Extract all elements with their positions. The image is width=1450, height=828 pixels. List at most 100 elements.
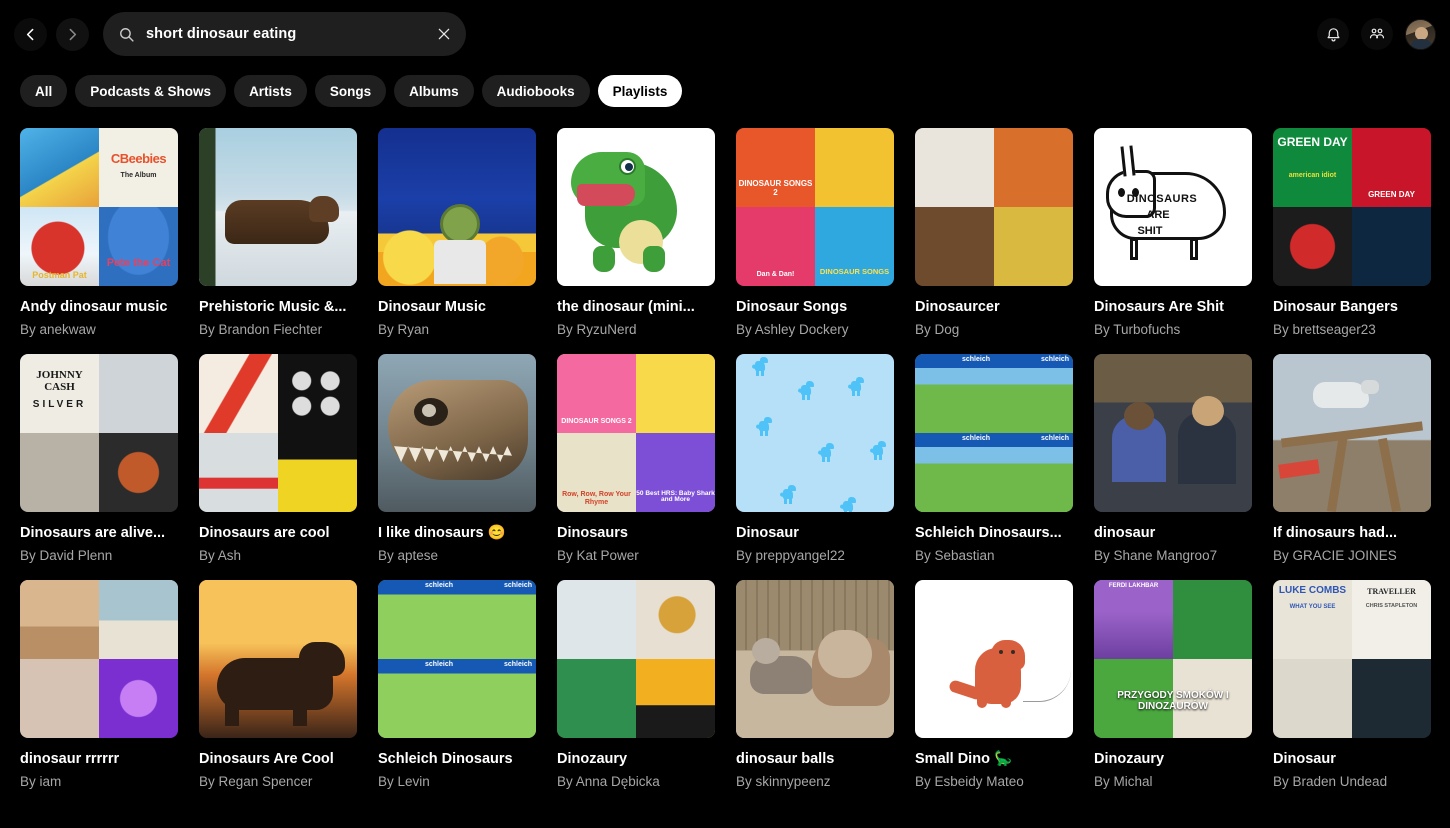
- cover-tile: TRAVELLER CHRIS STAPLETON: [1352, 580, 1431, 659]
- playlist-owner: By Brandon Fiechter: [199, 322, 357, 337]
- playlist-card[interactable]: Dinosaurcer By Dog: [915, 128, 1073, 337]
- playlist-card[interactable]: Dinosaurs Are Cool By Regan Spencer: [199, 580, 357, 789]
- playlist-cover: DINOSAUR SONGS 2 Dan & Dan! DINOSAUR SON…: [736, 128, 894, 286]
- cover-text: Row, Row, Row Your Rhyme: [557, 491, 636, 506]
- playlist-cover: [199, 128, 357, 286]
- dino-glyph: [818, 442, 835, 463]
- playlist-title: dinosaur: [1094, 524, 1252, 542]
- cover-tile: [20, 433, 99, 512]
- playlist-title: If dinosaurs had...: [1273, 524, 1431, 542]
- playlist-card[interactable]: DINOSAUR SONGS 2 Row, Row, Row Your Rhym…: [557, 354, 715, 563]
- cover-tile: schleich: [457, 659, 536, 738]
- cover-text: ARE: [1112, 210, 1204, 222]
- cover-tile: schleich: [378, 659, 457, 738]
- dino-glyph: [798, 380, 815, 401]
- cover-tile: [99, 580, 178, 659]
- cover-text: LUKE COMBS: [1273, 586, 1352, 597]
- cover-tile: [20, 128, 99, 207]
- cover-tile: LUKE COMBS WHAT YOU SEE: [1273, 580, 1352, 659]
- search-bar[interactable]: [103, 12, 466, 56]
- playlist-title: Dinosaurs are alive...: [20, 524, 178, 542]
- cover-tile: [636, 659, 715, 738]
- dino-glyph: [848, 376, 865, 397]
- cover-tile: [1352, 207, 1431, 286]
- clear-search-icon[interactable]: [436, 26, 452, 42]
- playlist-title: Dinosaur Songs: [736, 298, 894, 316]
- cover-tile: schleich: [378, 580, 457, 659]
- friend-activity-button[interactable]: [1361, 18, 1393, 50]
- cover-tile: DINOSAUR SONGS 2: [736, 128, 815, 207]
- playlist-card[interactable]: dinosaur rrrrrr By iam: [20, 580, 178, 789]
- playlist-cover: [557, 128, 715, 286]
- avatar-face: [1415, 27, 1428, 40]
- playlist-cover: FERDI LAKHBAR PRZYGODY SMOKÓW I DINOZAUR…: [1094, 580, 1252, 738]
- filter-chip-playlists[interactable]: Playlists: [598, 75, 683, 107]
- cover-tile: FERDI LAKHBAR: [1094, 580, 1173, 659]
- profile-avatar[interactable]: [1405, 19, 1436, 50]
- playlist-card[interactable]: Dinozaury By Anna Dębicka: [557, 580, 715, 789]
- top-bar: [0, 0, 1450, 68]
- filter-chip-all[interactable]: All: [20, 75, 67, 107]
- filter-chip-artists[interactable]: Artists: [234, 75, 307, 107]
- playlist-card[interactable]: DINOSAURS ARE SHIT Dinosaurs Are Shit By…: [1094, 128, 1252, 337]
- playlist-card[interactable]: FERDI LAKHBAR PRZYGODY SMOKÓW I DINOZAUR…: [1094, 580, 1252, 789]
- dino-glyph: [752, 356, 769, 377]
- playlist-card[interactable]: Dinosaur Music By Ryan: [378, 128, 536, 337]
- cover-tile: [20, 580, 99, 659]
- playlist-owner: By Ashley Dockery: [736, 322, 894, 337]
- playlist-title: Dinozaury: [557, 750, 715, 768]
- cover-text: Dan & Dan!: [736, 271, 815, 278]
- cover-tile: [815, 128, 894, 207]
- search-input[interactable]: [146, 26, 425, 42]
- playlist-card[interactable]: I like dinosaurs 😊 By aptese: [378, 354, 536, 563]
- playlist-card[interactable]: dinosaur balls By skinnypeenz: [736, 580, 894, 789]
- playlist-card[interactable]: schleich schleich schleich schleich Schl…: [378, 580, 536, 789]
- search-results-grid: CBeebies The Album Postman Pat Pete the …: [0, 114, 1450, 789]
- playlist-cover: [20, 580, 178, 738]
- dino-glyph: [870, 440, 887, 461]
- playlist-card[interactable]: DINOSAUR SONGS 2 Dan & Dan! DINOSAUR SON…: [736, 128, 894, 337]
- cover-text: GREEN DAY: [1352, 191, 1431, 199]
- filter-chip-albums[interactable]: Albums: [394, 75, 474, 107]
- playlist-cover: JOHNNY CASH SILVER: [20, 354, 178, 512]
- playlist-title: Dinosaurs are cool: [199, 524, 357, 542]
- playlist-card[interactable]: Prehistoric Music &... By Brandon Fiecht…: [199, 128, 357, 337]
- cover-text: SILVER: [20, 400, 99, 411]
- notifications-button[interactable]: [1317, 18, 1349, 50]
- cover-tile: [99, 659, 178, 738]
- playlist-card[interactable]: schleich schleich schleich schleich Schl…: [915, 354, 1073, 563]
- playlist-owner: By Shane Mangroo7: [1094, 548, 1252, 563]
- playlist-card[interactable]: the dinosaur (mini... By RyzuNerd: [557, 128, 715, 337]
- playlist-card[interactable]: Small Dino 🦕 By Esbeidy Mateo: [915, 580, 1073, 789]
- playlist-cover: GREEN DAY american idiot GREEN DAY: [1273, 128, 1431, 286]
- playlist-card[interactable]: Dinosaurs are cool By Ash: [199, 354, 357, 563]
- playlist-owner: By Braden Undead: [1273, 774, 1431, 789]
- playlist-cover: CBeebies The Album Postman Pat Pete the …: [20, 128, 178, 286]
- playlist-card[interactable]: LUKE COMBS WHAT YOU SEE TRAVELLER CHRIS …: [1273, 580, 1431, 789]
- playlist-card[interactable]: Dinosaur By preppyangel22: [736, 354, 894, 563]
- playlist-cover: [1273, 354, 1431, 512]
- small-dino-head: [991, 640, 1025, 670]
- playlist-card[interactable]: GREEN DAY american idiot GREEN DAY Dinos…: [1273, 128, 1431, 337]
- playlist-title: Dinozaury: [1094, 750, 1252, 768]
- playlist-owner: By Levin: [378, 774, 536, 789]
- cover-text: schleich: [962, 435, 990, 442]
- playlist-card[interactable]: CBeebies The Album Postman Pat Pete the …: [20, 128, 178, 337]
- playlist-card[interactable]: dinosaur By Shane Mangroo7: [1094, 354, 1252, 563]
- playlist-title: Dinosaurs: [557, 524, 715, 542]
- filter-chip-audiobooks[interactable]: Audiobooks: [482, 75, 590, 107]
- filter-chip-podcasts[interactable]: Podcasts & Shows: [75, 75, 226, 107]
- playlist-owner: By Regan Spencer: [199, 774, 357, 789]
- cover-tile: DINOSAUR SONGS: [815, 207, 894, 286]
- dino-glyph: [780, 484, 797, 505]
- cover-text: DINOSAUR SONGS 2: [736, 180, 815, 197]
- playlist-owner: By preppyangel22: [736, 548, 894, 563]
- forward-button[interactable]: [56, 18, 89, 51]
- playlist-card[interactable]: JOHNNY CASH SILVER Dinosaurs are alive..…: [20, 354, 178, 563]
- back-button[interactable]: [14, 18, 47, 51]
- bell-icon: [1325, 26, 1342, 43]
- filter-chip-songs[interactable]: Songs: [315, 75, 386, 107]
- cover-text: SHIT: [1104, 226, 1196, 238]
- chevron-right-icon: [64, 26, 81, 43]
- playlist-card[interactable]: If dinosaurs had... By GRACIE JOINES: [1273, 354, 1431, 563]
